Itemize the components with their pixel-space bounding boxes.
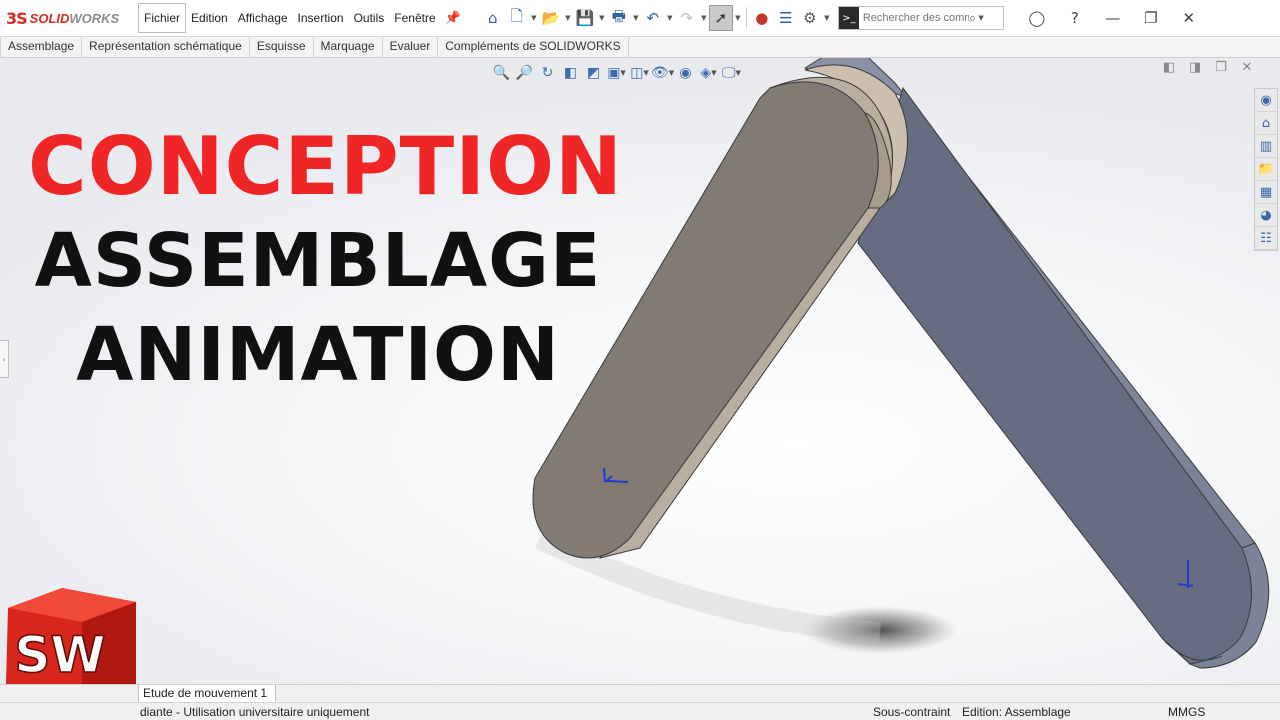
section-view-icon[interactable]: ◧ <box>559 63 582 83</box>
headline-line-2: ASSEMBLAGE <box>34 218 602 304</box>
chevron-down-icon[interactable]: ▼ <box>976 14 986 22</box>
options-gear-icon[interactable]: ⚙ <box>798 5 822 31</box>
display-style-icon[interactable]: ◫ ▼ <box>628 63 651 83</box>
pin-icon[interactable]: 📌 <box>445 11 461 26</box>
headline-line-3: ANIMATION <box>76 312 560 398</box>
heads-up-view-toolbar: 🔍 🔎 ↻ ◧ ◩ ▣ ▼ ◫ ▼ 👁 ▼ ◉ ◈ ▼ 🖵 ▼ <box>490 63 743 83</box>
chevron-down-icon[interactable]: ▼ <box>529 14 539 22</box>
hide-show-items-icon[interactable]: 👁 ▼ <box>651 63 674 83</box>
tab-esquisse[interactable]: Esquisse <box>250 37 314 58</box>
menu-affichage[interactable]: Affichage <box>233 5 293 31</box>
home-icon[interactable]: ⌂ <box>1255 112 1277 135</box>
command-prompt-icon[interactable]: >_ <box>838 7 859 29</box>
solidworks-resources-icon[interactable]: ◉ <box>1255 89 1277 112</box>
previous-view-icon[interactable]: ↻ <box>536 63 559 83</box>
task-pane-tabs: ◉ ⌂ ▥ 📁 ▦ ◕ ☷ <box>1254 88 1278 251</box>
command-manager-tabs: Assemblage Représentation schématique Es… <box>0 37 1280 58</box>
tab-representation-schematique[interactable]: Représentation schématique <box>82 37 250 58</box>
rebuild-traffic-light-icon[interactable]: ● <box>750 5 774 31</box>
tab-complements[interactable]: Compléments de SOLIDWORKS <box>438 37 629 58</box>
solidworks-cube-logo: SW <box>6 588 136 684</box>
quick-access-toolbar: ⌂ 🗋▼ 📂▼ 💾▼ 🖶▼ ↶▼ ↷▼ ➚▼ ● ☰ ⚙▼ >_ ⌕▼ ◯ ? … <box>481 0 1208 37</box>
tile-right-icon[interactable]: ◨ <box>1182 60 1208 75</box>
apply-scene-icon[interactable]: ◈ ▼ <box>697 63 720 83</box>
help-icon[interactable]: ? <box>1056 9 1094 27</box>
viewport-close-icon[interactable]: ✕ <box>1234 60 1260 75</box>
back-link-front-face <box>857 86 1259 666</box>
graphics-area[interactable]: 🔍 🔎 ↻ ◧ ◩ ▣ ▼ ◫ ▼ 👁 ▼ ◉ ◈ ▼ 🖵 ▼ ◧ ◨ ❐ ✕ ◉ ⌂ ▥… <box>0 58 1280 684</box>
search-input[interactable] <box>858 12 969 24</box>
viewport-controls: ◧ ◨ ❐ ✕ <box>1156 60 1260 75</box>
menu-fichier[interactable]: Fichier <box>138 3 187 33</box>
print-icon[interactable]: 🖶 <box>607 5 631 31</box>
tab-motion-study-1[interactable]: Etude de mouvement 1 <box>138 685 277 703</box>
save-icon[interactable]: 💾 <box>573 5 597 31</box>
app-logo[interactable]: 3S SOLIDWORKS <box>0 0 138 37</box>
chevron-down-icon[interactable]: ▼ <box>822 14 832 22</box>
units-selector[interactable]: MMGS <box>1168 705 1205 719</box>
chevron-down-icon[interactable]: ▼ <box>631 14 641 22</box>
restore-icon[interactable]: ❐ <box>1132 9 1170 27</box>
video-title-overlay: CONCEPTION ASSEMBLAGE ANIMATION <box>28 120 623 402</box>
undo-icon[interactable]: ↶ <box>641 5 665 31</box>
dynamic-annotation-icon[interactable]: ◩ <box>582 63 605 83</box>
select-pointer-icon[interactable]: ➚ <box>708 5 733 31</box>
chevron-down-icon[interactable]: ▼ <box>597 14 607 22</box>
window-controls: ◯ ? — ❐ ✕ <box>1018 9 1208 27</box>
appearances-icon[interactable]: ◕ <box>1255 204 1277 227</box>
tile-left-icon[interactable]: ◧ <box>1156 60 1182 75</box>
ds-logo-icon: 3S <box>6 8 28 28</box>
view-palette-icon[interactable]: ▦ <box>1255 181 1277 204</box>
menu-edition[interactable]: Edition <box>186 5 233 31</box>
home-icon[interactable]: ⌂ <box>481 5 505 31</box>
motion-study-tabs: Etude de mouvement 1 <box>0 684 1280 703</box>
tab-marquage[interactable]: Marquage <box>314 37 383 58</box>
menu-insertion[interactable]: Insertion <box>293 5 349 31</box>
tab-assemblage[interactable]: Assemblage <box>0 37 83 58</box>
edit-appearance-icon[interactable]: ◉ <box>674 63 697 83</box>
sw-letters: SW <box>14 626 105 684</box>
custom-properties-icon[interactable]: ☷ <box>1255 227 1277 250</box>
edit-mode-status: Edition: Assemblage <box>962 705 1071 719</box>
minimize-icon[interactable]: — <box>1094 9 1132 27</box>
headline-line-1: CONCEPTION <box>28 120 623 213</box>
title-bar: 3S SOLIDWORKS Fichier Edition Affichage … <box>0 0 1280 37</box>
design-library-icon[interactable]: ▥ <box>1255 135 1277 158</box>
toolbar-separator <box>745 7 747 29</box>
app-name: SOLIDWORKS <box>29 10 120 26</box>
view-orientation-icon[interactable]: ▣ ▼ <box>605 63 628 83</box>
menu-fenetre[interactable]: Fenêtre <box>389 5 440 31</box>
command-search[interactable]: >_ ⌕▼ <box>837 6 1004 30</box>
menu-bar: Fichier Edition Affichage Insertion Outi… <box>138 0 481 37</box>
chevron-down-icon[interactable]: ▼ <box>699 14 709 22</box>
chevron-right-icon: › <box>2 354 6 364</box>
license-status: diante - Utilisation universitaire uniqu… <box>140 705 370 719</box>
viewport-restore-icon[interactable]: ❐ <box>1208 60 1234 75</box>
file-explorer-icon[interactable]: 📁 <box>1255 158 1277 181</box>
close-icon[interactable]: ✕ <box>1170 9 1208 27</box>
user-account-icon[interactable]: ◯ <box>1018 9 1056 27</box>
view-settings-icon[interactable]: 🖵 ▼ <box>720 63 743 83</box>
open-folder-icon[interactable]: 📂 <box>539 5 563 31</box>
chevron-down-icon[interactable]: ▼ <box>733 14 743 22</box>
new-document-icon[interactable]: 🗋 <box>505 5 529 31</box>
zoom-to-fit-icon[interactable]: 🔍 <box>490 63 513 83</box>
chevron-down-icon[interactable]: ▼ <box>563 14 573 22</box>
search-icon[interactable]: ⌕ <box>969 11 976 26</box>
zoom-to-area-icon[interactable]: 🔎 <box>513 63 536 83</box>
constraint-status: Sous-contraint <box>873 705 951 719</box>
menu-outils[interactable]: Outils <box>349 5 390 31</box>
tab-evaluer[interactable]: Evaluer <box>383 37 439 58</box>
status-bar: diante - Utilisation universitaire uniqu… <box>0 702 1280 720</box>
chevron-down-icon[interactable]: ▼ <box>665 14 675 22</box>
feature-manager-toggle[interactable]: › <box>0 340 9 378</box>
file-properties-icon[interactable]: ☰ <box>774 5 798 31</box>
redo-icon[interactable]: ↷ <box>675 5 699 31</box>
